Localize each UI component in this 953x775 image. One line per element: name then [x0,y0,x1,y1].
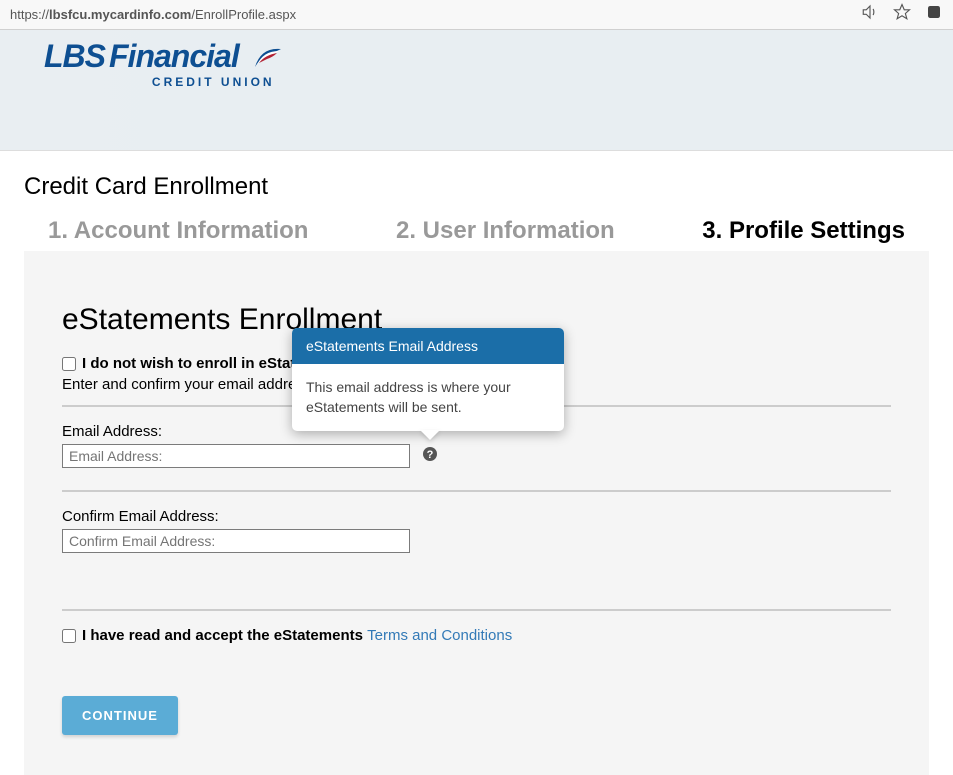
continue-button[interactable]: CONTINUE [62,696,178,735]
logo-main: LBS [44,38,105,74]
terms-label: I have read and accept the eStatements T… [82,627,512,644]
email-tooltip: eStatements Email Address This email add… [292,328,564,431]
confirm-email-label: Confirm Email Address: [62,508,891,525]
divider-2 [62,490,891,492]
svg-text:?: ? [427,449,434,461]
read-aloud-icon[interactable] [861,3,879,26]
terms-section: I have read and accept the eStatements T… [62,609,891,644]
confirm-email-field-group: Confirm Email Address: [62,508,891,553]
step-user-information[interactable]: 2. User Information [396,217,615,245]
tooltip-title: eStatements Email Address [292,328,564,364]
form-panel: eStatements Enrollment I do not wish to … [24,251,929,775]
step-account-information[interactable]: 1. Account Information [48,217,308,245]
url-path: /EnrollProfile.aspx [191,7,296,22]
url-prefix: https:// [10,7,49,22]
extension-icon[interactable] [925,3,943,26]
tooltip-body: This email address is where your eStatem… [292,364,564,431]
page-title: Credit Card Enrollment [24,173,929,201]
favorites-icon[interactable] [893,3,911,26]
terms-prefix: I have read and accept the eStatements [82,627,367,644]
email-input[interactable] [62,444,410,468]
browser-address-bar: https://lbsfcu.mycardinfo.com/EnrollProf… [0,0,953,30]
url-host: lbsfcu.mycardinfo.com [49,7,191,22]
url-display[interactable]: https://lbsfcu.mycardinfo.com/EnrollProf… [10,7,861,22]
logo[interactable]: LBSFinancial CREDIT UNION [0,30,953,89]
terms-checkbox[interactable] [62,629,76,643]
header-banner: LBSFinancial CREDIT UNION [0,30,953,151]
step-profile-settings[interactable]: 3. Profile Settings [702,217,905,245]
logo-secondary: Financial [109,38,239,74]
browser-toolbar-icons [861,3,943,26]
tooltip-arrow-icon [420,430,440,440]
logo-flag-icon [253,40,283,77]
main-content: Credit Card Enrollment 1. Account Inform… [0,151,953,775]
enrollment-steps: 1. Account Information 2. User Informati… [24,217,929,245]
confirm-email-input[interactable] [62,529,410,553]
terms-link[interactable]: Terms and Conditions [367,627,512,644]
email-field-group: eStatements Email Address This email add… [62,423,891,468]
optout-checkbox[interactable] [62,357,76,371]
help-icon[interactable]: ? [422,446,438,467]
logo-subtitle: CREDIT UNION [44,75,275,89]
